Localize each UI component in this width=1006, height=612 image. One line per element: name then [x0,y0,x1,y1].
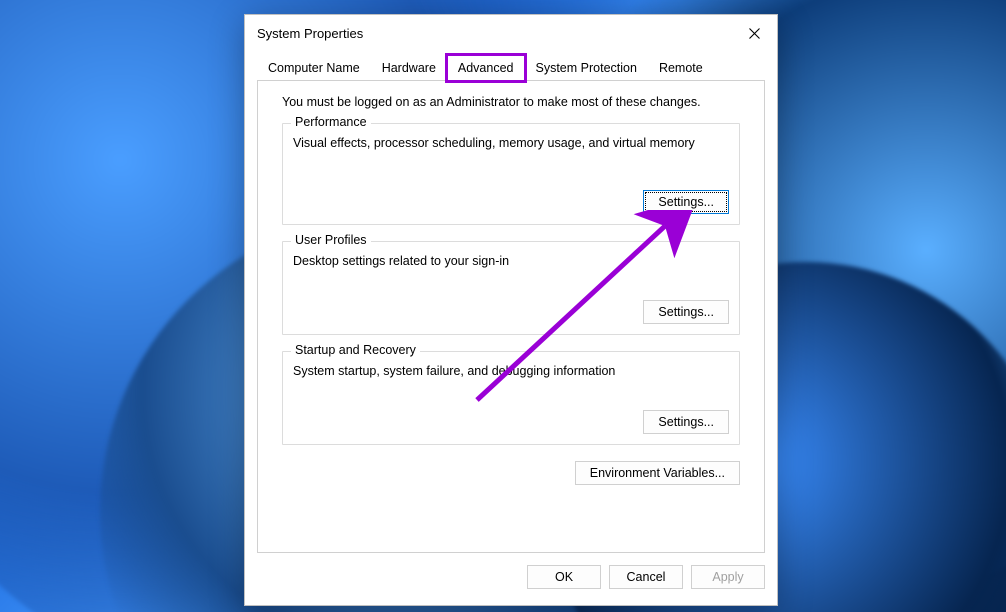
startup-recovery-group: Startup and Recovery System startup, sys… [282,351,740,445]
user-profiles-title: User Profiles [291,233,371,247]
ok-button[interactable]: OK [527,565,601,589]
tab-computer-name[interactable]: Computer Name [257,55,371,81]
dialog-title: System Properties [257,26,363,41]
tab-strip: Computer Name Hardware Advanced System P… [245,51,777,81]
cancel-button[interactable]: Cancel [609,565,683,589]
system-properties-dialog: System Properties Computer Name Hardware… [244,14,778,606]
user-profiles-group: User Profiles Desktop settings related t… [282,241,740,335]
tab-hardware[interactable]: Hardware [371,55,447,81]
close-icon [749,28,760,39]
environment-variables-button[interactable]: Environment Variables... [575,461,740,485]
startup-recovery-desc: System startup, system failure, and debu… [293,364,729,378]
tab-advanced[interactable]: Advanced [447,55,525,81]
apply-button[interactable]: Apply [691,565,765,589]
performance-desc: Visual effects, processor scheduling, me… [293,136,729,150]
dialog-footer: OK Cancel Apply [245,553,777,589]
tab-system-protection[interactable]: System Protection [525,55,648,81]
user-profiles-settings-button[interactable]: Settings... [643,300,729,324]
performance-title: Performance [291,115,371,129]
performance-settings-button[interactable]: Settings... [643,190,729,214]
tab-content-advanced: You must be logged on as an Administrato… [257,81,765,553]
performance-group: Performance Visual effects, processor sc… [282,123,740,225]
user-profiles-desc: Desktop settings related to your sign-in [293,254,729,268]
titlebar: System Properties [245,15,777,51]
tab-remote[interactable]: Remote [648,55,714,81]
admin-note: You must be logged on as an Administrato… [282,95,740,109]
close-button[interactable] [731,15,777,51]
startup-recovery-settings-button[interactable]: Settings... [643,410,729,434]
startup-recovery-title: Startup and Recovery [291,343,420,357]
